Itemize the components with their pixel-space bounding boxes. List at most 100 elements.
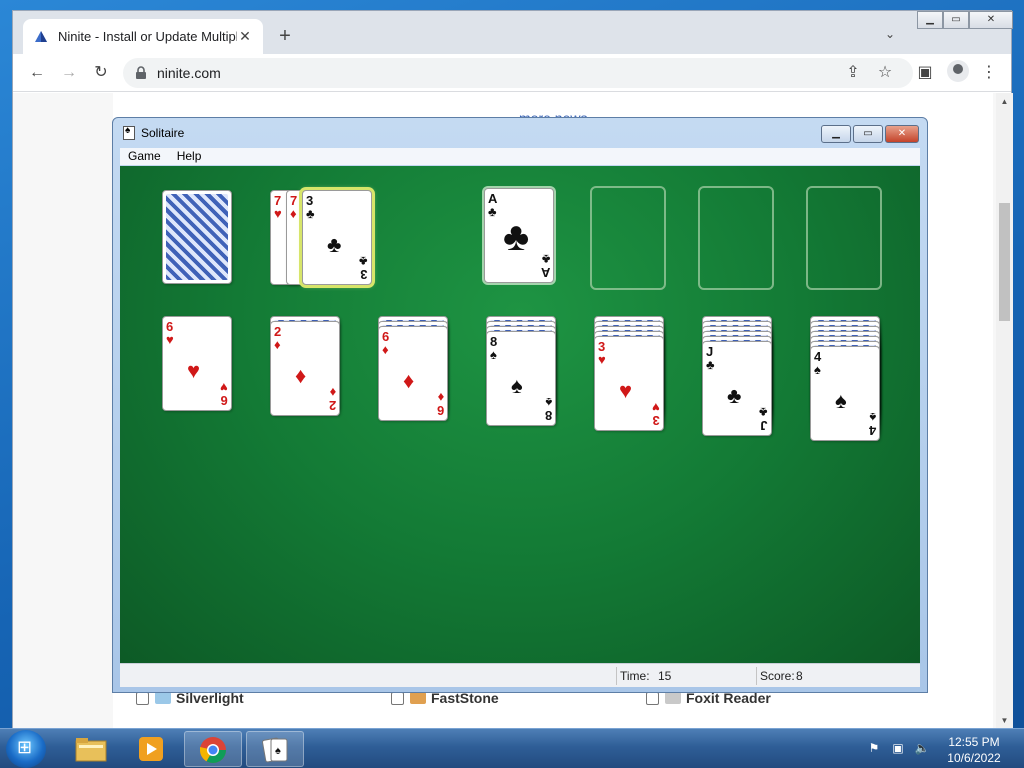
tab-title: Ninite - Install or Update Multiple Apps… bbox=[58, 29, 237, 44]
time-label: Time: bbox=[620, 669, 650, 683]
card-suit-pip: ♣ bbox=[727, 383, 742, 408]
card-suit-pip: ♣ bbox=[503, 215, 530, 259]
solitaire-menubar: Game Help bbox=[120, 148, 920, 165]
chrome-menu-icon[interactable]: ⋮ bbox=[977, 61, 1001, 85]
card-rank: A ♣ bbox=[488, 191, 498, 219]
start-button[interactable] bbox=[6, 730, 46, 768]
solitaire-close-button[interactable]: ✕ bbox=[885, 125, 919, 143]
solitaire-cards-icon: ♠ bbox=[262, 737, 288, 763]
card-suit-pip: ♠ bbox=[511, 373, 523, 398]
card-rank: 7 ♦ bbox=[290, 193, 298, 221]
reload-button[interactable]: ↻ bbox=[89, 61, 113, 85]
ninite-favicon-icon bbox=[35, 30, 47, 42]
solitaire-minimize-button[interactable]: ▁ bbox=[821, 125, 851, 143]
card-rank: 6 ♦ bbox=[436, 390, 444, 418]
share-icon[interactable]: ⇪ bbox=[841, 61, 865, 85]
status-separator bbox=[756, 667, 757, 685]
svg-text:♠: ♠ bbox=[275, 745, 281, 757]
clock-date: 10/6/2022 bbox=[947, 751, 1001, 765]
explorer-taskbar-button[interactable] bbox=[62, 731, 120, 767]
playing-card[interactable]: 3 ♣ 3 ♣ ♣ bbox=[302, 190, 372, 285]
lock-icon bbox=[136, 66, 146, 79]
score-label: Score: bbox=[760, 669, 795, 683]
faststone-icon bbox=[410, 692, 426, 704]
tab-search-icon[interactable]: ⌄ bbox=[885, 27, 895, 41]
scroll-up-icon[interactable]: ▲ bbox=[996, 97, 1013, 106]
tab-close-icon[interactable]: ✕ bbox=[237, 28, 253, 45]
close-button[interactable]: ✕ bbox=[969, 11, 1013, 29]
playing-card[interactable]: A ♣ A ♣ ♣ bbox=[484, 188, 554, 283]
foundation-slot-empty[interactable] bbox=[590, 186, 666, 290]
foundation-slot-empty[interactable] bbox=[806, 186, 882, 290]
foxit-icon bbox=[665, 692, 681, 704]
silverlight-icon bbox=[155, 692, 171, 704]
card-rank: 6 ♥ bbox=[166, 319, 174, 347]
chrome-taskbar-button[interactable] bbox=[184, 731, 242, 767]
app-checkbox[interactable] bbox=[391, 691, 404, 705]
media-player-icon bbox=[139, 737, 163, 761]
card-rank: 8 ♠ bbox=[490, 334, 498, 362]
card-rank: 2 ♦ bbox=[274, 324, 282, 352]
solitaire-titlebar: Solitaire bbox=[123, 125, 185, 140]
card-suit-pip: ♥ bbox=[187, 358, 201, 383]
scroll-down-icon[interactable]: ▼ bbox=[996, 716, 1013, 725]
card-rank: 3 ♣ bbox=[306, 193, 315, 221]
address-bar[interactable]: ninite.com bbox=[123, 58, 913, 88]
solitaire-title: Solitaire bbox=[141, 126, 185, 140]
foundation-slot-empty[interactable] bbox=[698, 186, 774, 290]
card-rank: J ♣ bbox=[759, 405, 768, 433]
solitaire-taskbar-button[interactable]: ♠ bbox=[246, 731, 304, 767]
browser-tab[interactable]: Ninite - Install or Update Multiple Apps… bbox=[23, 19, 263, 54]
card-suit-pip: ♦ bbox=[295, 363, 307, 388]
taskbar-clock[interactable]: 12:55 PM 10/6/2022 bbox=[942, 734, 1006, 766]
card-rank: 6 ♦ bbox=[382, 329, 390, 357]
card-suit-pip: ♠ bbox=[835, 388, 847, 413]
network-icon[interactable]: ▣ bbox=[890, 741, 906, 757]
side-panel-icon[interactable]: ▣ bbox=[913, 61, 937, 85]
maximize-button[interactable]: ▭ bbox=[943, 11, 969, 29]
playing-card[interactable]: 8 ♠ 8 ♠ ♠ bbox=[486, 331, 556, 426]
menu-game[interactable]: Game bbox=[128, 148, 161, 165]
status-separator bbox=[616, 667, 617, 685]
window-controls: ▁ ▭ ✕ bbox=[917, 11, 1013, 31]
app-checkbox[interactable] bbox=[646, 691, 659, 705]
playing-card[interactable]: 6 ♦ 6 ♦ ♦ bbox=[378, 326, 448, 421]
card-rank: J ♣ bbox=[706, 344, 715, 372]
time-value: 15 bbox=[658, 669, 672, 683]
browser-toolbar: ← → ↻ ninite.com ⇪ ☆ ▣ ⋮ bbox=[13, 54, 1011, 92]
bookmark-star-icon[interactable]: ☆ bbox=[873, 61, 897, 85]
playing-card[interactable]: 6 ♥ 6 ♥ ♥ bbox=[162, 316, 232, 411]
solitaire-maximize-button[interactable]: ▭ bbox=[853, 125, 883, 143]
card-rank: 3 ♥ bbox=[598, 339, 606, 367]
volume-icon[interactable]: 🔈 bbox=[914, 741, 930, 757]
score-value: 8 bbox=[796, 669, 803, 683]
action-center-icon[interactable]: ⚑ bbox=[866, 741, 882, 757]
playing-card[interactable]: 3 ♥ 3 ♥ ♥ bbox=[594, 336, 664, 431]
solitaire-statusbar: Time: 15 Score: 8 bbox=[120, 663, 920, 687]
media-player-taskbar-button[interactable] bbox=[122, 731, 180, 767]
playing-card[interactable]: 4 ♠ 4 ♠ ♠ bbox=[810, 346, 880, 441]
card-rank: 4 ♠ bbox=[868, 410, 876, 438]
new-tab-button[interactable]: + bbox=[273, 25, 297, 49]
taskbar: ♠ ⚑ ▣ 🔈 12:55 PM 10/6/2022 bbox=[0, 728, 1024, 768]
tab-strip: Ninite - Install or Update Multiple Apps… bbox=[13, 11, 1013, 54]
card-rank: 7 ♥ bbox=[274, 193, 282, 221]
minimize-button[interactable]: ▁ bbox=[917, 11, 943, 29]
menu-help[interactable]: Help bbox=[177, 148, 202, 165]
card-rank: 8 ♠ bbox=[544, 395, 552, 423]
page-scrollbar[interactable]: ▲ ▼ bbox=[996, 93, 1013, 729]
stock-pile[interactable] bbox=[162, 190, 232, 284]
forward-button[interactable]: → bbox=[57, 61, 81, 85]
app-checkbox[interactable] bbox=[136, 691, 149, 705]
solitaire-app-icon bbox=[123, 125, 135, 140]
playing-card[interactable]: J ♣ J ♣ ♣ bbox=[702, 341, 772, 436]
playing-card[interactable]: 2 ♦ 2 ♦ ♦ bbox=[270, 321, 340, 416]
card-rank: 3 ♣ bbox=[359, 254, 368, 282]
card-suit-pip: ♦ bbox=[403, 368, 415, 393]
scroll-thumb[interactable] bbox=[999, 203, 1010, 321]
back-button[interactable]: ← bbox=[25, 61, 49, 85]
card-suit-pip: ♥ bbox=[619, 378, 633, 403]
card-suit-pip: ♣ bbox=[327, 232, 342, 257]
profile-avatar[interactable] bbox=[947, 60, 969, 82]
game-board: 7 ♥ 7 ♦ 3 ♣ 3 ♣ ♣ A ♣ A ♣ ♣ 6 ♥ 6 ♥ ♥ 2 ♦ 2 ♦ ♦ 6 ♦ 6 ♦… bbox=[120, 166, 920, 663]
